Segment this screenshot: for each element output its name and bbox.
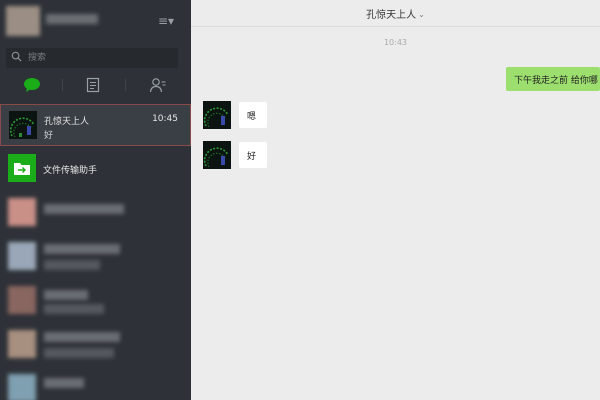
search-input[interactable]: [28, 50, 168, 66]
chat-list: 孔惊天上人 10:45 好 文件传输助手: [0, 100, 191, 400]
tab-divider: [125, 79, 126, 91]
avatar: [8, 330, 36, 358]
conversation-title[interactable]: 孔惊天上人: [366, 6, 416, 21]
conversation-panel: 孔惊天上人 ⌄ 10:43 下午我走之前 给你哪 嗯 好: [191, 0, 600, 400]
avatar: [8, 374, 36, 400]
tab-divider: [62, 79, 63, 91]
avatar: [8, 242, 36, 270]
tab-chats[interactable]: [21, 74, 43, 96]
outgoing-message[interactable]: 下午我走之前 给你哪: [506, 67, 600, 91]
avatar: [8, 286, 36, 314]
avatar[interactable]: [203, 101, 231, 129]
blurred-text: [44, 260, 100, 270]
chat-item-blurred[interactable]: [0, 236, 191, 278]
chat-name: 孔惊天上人: [44, 117, 90, 127]
blurred-text: [44, 378, 84, 388]
user-name-blurred: [46, 14, 98, 24]
blurred-text: [44, 348, 114, 358]
chat-item-kong[interactable]: 孔惊天上人 10:45 好: [0, 104, 191, 146]
avatar[interactable]: [203, 141, 231, 169]
chat-item-file-transfer[interactable]: 文件传输助手: [0, 148, 191, 190]
contacts-icon: [149, 78, 166, 93]
tab-contacts[interactable]: [147, 74, 169, 96]
chat-last-message: 好: [44, 131, 54, 141]
search-box: [6, 48, 178, 68]
chevron-down-icon[interactable]: ⌄: [418, 10, 425, 19]
avatar: [8, 198, 36, 226]
chat-item-blurred[interactable]: [0, 368, 191, 400]
chat-name: 文件传输助手: [43, 166, 98, 176]
blurred-text: [44, 332, 120, 342]
blurred-text: [44, 204, 124, 214]
sidebar: ≡▾ 搜索 孔惊天上人 10:45 好 文件传输助手: [0, 0, 191, 400]
incoming-message[interactable]: 好: [239, 142, 267, 168]
blurred-text: [44, 304, 104, 314]
sidebar-tabs: [0, 74, 191, 96]
user-avatar[interactable]: [6, 6, 40, 36]
tab-favorites[interactable]: [82, 74, 104, 96]
incoming-message[interactable]: 嗯: [239, 102, 267, 128]
document-icon: [86, 77, 100, 93]
search-icon: [11, 51, 22, 62]
chat-item-blurred[interactable]: [0, 280, 191, 322]
chat-bubble-icon: [24, 78, 40, 92]
menu-icon[interactable]: ≡▾: [158, 14, 174, 28]
conversation-header: 孔惊天上人 ⌄: [191, 0, 600, 27]
chat-item-blurred[interactable]: [0, 324, 191, 366]
blurred-text: [44, 244, 120, 254]
chat-item-blurred[interactable]: [0, 192, 191, 234]
file-transfer-icon: [8, 154, 36, 182]
chat-time: 10:45: [152, 114, 178, 124]
avatar: [9, 111, 37, 139]
time-divider: 10:43: [383, 38, 408, 47]
blurred-text: [44, 290, 88, 300]
